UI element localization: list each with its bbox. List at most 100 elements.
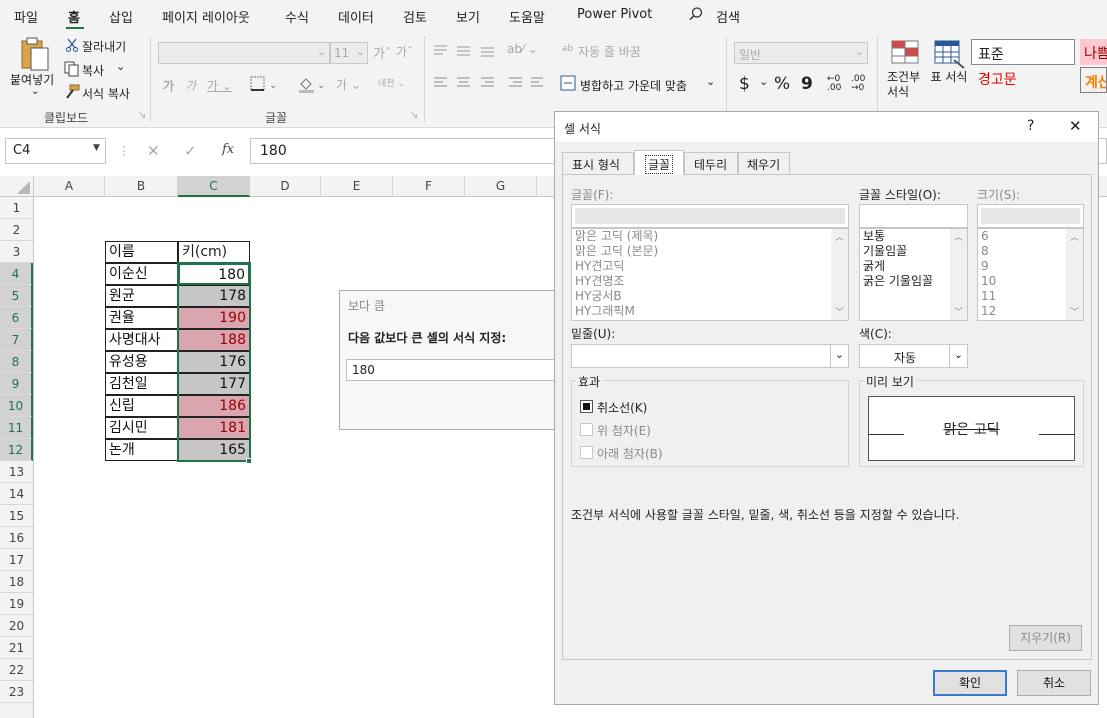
merge-center-icon[interactable] — [560, 75, 576, 94]
font-list-scrollbar[interactable]: ︿ ﹀ — [831, 229, 848, 320]
borders-icon[interactable]: ⌄ — [250, 76, 280, 95]
list-item[interactable]: HY궁서B — [572, 289, 848, 304]
row-header[interactable]: 15 — [0, 505, 33, 527]
font-style-input[interactable] — [859, 204, 968, 228]
formula-bar-grip-icon[interactable]: ⋮ — [118, 144, 130, 158]
name-box-dropdown-icon[interactable]: ▼ — [93, 143, 100, 153]
confirm-entry-icon[interactable]: ✓ — [184, 142, 197, 160]
close-button[interactable]: ✕ — [1069, 117, 1082, 135]
currency-button[interactable]: $ — [739, 74, 750, 94]
table-cell-name[interactable]: 원균 — [105, 285, 178, 307]
font-color-icon[interactable]: 가 ⌄ — [336, 76, 361, 93]
font-launcher-icon[interactable]: ↘ — [410, 110, 418, 121]
format-painter-icon[interactable] — [64, 84, 80, 103]
size-listbox[interactable]: 6 8 9 10 11 12 ︿ ﹀ — [977, 228, 1084, 321]
row-header[interactable]: 10 — [0, 395, 33, 417]
menu-insert[interactable]: 삽입 — [109, 7, 133, 26]
size-input[interactable] — [977, 204, 1084, 228]
tab-font[interactable]: 글꼴 — [634, 150, 684, 175]
table-cell-name[interactable]: 사명대사 — [105, 329, 178, 351]
font-shrink-icon[interactable]: 가ˇ — [396, 43, 413, 60]
menu-file[interactable]: 파일 — [14, 7, 38, 26]
table-cell-value[interactable]: 181 — [178, 417, 250, 439]
format-painter-button[interactable]: 서식 복사 — [82, 85, 130, 102]
merge-dropdown-icon[interactable]: ⌄ — [706, 75, 715, 88]
clipboard-launcher-icon[interactable]: ↘ — [138, 110, 146, 121]
paste-icon[interactable] — [20, 36, 50, 75]
strikethrough-checkbox[interactable] — [580, 400, 593, 413]
menu-power-pivot[interactable]: Power Pivot — [577, 7, 652, 22]
menu-view[interactable]: 보기 — [456, 7, 480, 26]
cut-icon[interactable] — [65, 38, 79, 55]
column-header-c[interactable]: C — [178, 176, 250, 197]
row-header[interactable]: 18 — [0, 571, 33, 593]
underline-icon[interactable]: 가 ⌄ — [207, 77, 232, 94]
align-left-icon[interactable] — [433, 76, 543, 93]
cancel-button[interactable]: 취소 — [1017, 670, 1091, 696]
menu-home[interactable]: 홈 — [68, 7, 80, 26]
increase-decimal-icon[interactable]: ←0.00 — [827, 75, 841, 93]
column-header-a[interactable]: A — [34, 176, 105, 197]
list-item[interactable]: 맑은 고딕 (제목) — [572, 229, 848, 244]
row-header[interactable]: 14 — [0, 483, 33, 505]
table-cell-value[interactable]: 180 — [178, 263, 250, 285]
font-name-combobox[interactable]: ⌄ — [158, 42, 330, 64]
list-item[interactable]: 맑은 고딕 (본문) — [572, 244, 848, 259]
copy-dropdown-icon[interactable]: ⌄ — [116, 60, 125, 73]
orientation-icon[interactable]: ab⁄ ⌄ — [507, 42, 538, 56]
superscript-checkbox[interactable] — [580, 423, 593, 436]
column-header-g[interactable]: G — [465, 176, 537, 197]
row-header[interactable]: 11 — [0, 417, 33, 439]
row-header[interactable]: 23 — [0, 681, 33, 703]
select-all-corner[interactable] — [0, 176, 34, 197]
table-cell-value[interactable]: 186 — [178, 395, 250, 417]
font-listbox[interactable]: 맑은 고딕 (제목) 맑은 고딕 (본문) HY견고딕 HY견명조 HY궁서B … — [571, 228, 849, 321]
list-item[interactable]: HY견명조 — [572, 274, 848, 289]
decrease-decimal-icon[interactable]: .00 →0 — [851, 75, 865, 93]
size-list-scrollbar[interactable]: ︿ ﹀ — [1066, 229, 1083, 320]
greater-than-value-input[interactable]: 180 — [346, 359, 560, 381]
row-header[interactable]: 17 — [0, 549, 33, 571]
list-item[interactable]: HY견고딕 — [572, 259, 848, 274]
row-header[interactable]: 20 — [0, 615, 33, 637]
phonetic-icon[interactable]: 내천 ⌄ — [378, 76, 405, 89]
bold-icon[interactable]: 가 — [163, 77, 174, 94]
list-item[interactable]: HY그래픽M — [572, 304, 848, 319]
wrap-text-icon[interactable]: ab — [562, 44, 573, 54]
font-style-scrollbar[interactable]: ︿ ﹀ — [950, 229, 967, 320]
conditional-formatting-icon[interactable] — [891, 40, 921, 73]
row-header[interactable]: 4 — [0, 263, 33, 285]
percent-button[interactable]: % — [774, 74, 790, 94]
row-header[interactable]: 1 — [0, 197, 33, 219]
row-header[interactable]: 7 — [0, 329, 33, 351]
table-header-height[interactable]: 키(cm) — [178, 241, 250, 263]
table-cell-name[interactable]: 신립 — [105, 395, 178, 417]
table-cell-value[interactable]: 188 — [178, 329, 250, 351]
row-header[interactable]: 3 — [0, 241, 33, 263]
table-cell-value[interactable]: 178 — [178, 285, 250, 307]
table-header-name[interactable]: 이름 — [105, 241, 178, 263]
style-normal[interactable]: 표준 — [971, 39, 1075, 65]
menu-page-layout[interactable]: 페이지 레이아웃 — [162, 7, 250, 26]
row-header[interactable]: 21 — [0, 637, 33, 659]
font-size-combobox[interactable]: 11 ⌄ — [330, 42, 368, 64]
name-box[interactable]: C4 ▼ — [5, 138, 106, 164]
table-cell-name[interactable]: 권율 — [105, 307, 178, 329]
tab-number[interactable]: 표시 형식 — [562, 152, 634, 174]
chevron-down-icon[interactable]: ⌄ — [949, 345, 967, 367]
table-cell-name[interactable]: 유성용 — [105, 351, 178, 373]
tab-fill[interactable]: 채우기 — [738, 152, 790, 174]
chevron-down-icon[interactable]: ⌄ — [830, 345, 848, 367]
format-as-table-button[interactable]: 표 서식 — [930, 70, 968, 85]
table-cell-name[interactable]: 김시민 — [105, 417, 178, 439]
row-header[interactable]: 19 — [0, 593, 33, 615]
menu-review[interactable]: 검토 — [403, 7, 427, 26]
cut-button[interactable]: 잘라내기 — [82, 38, 126, 55]
paste-dropdown-icon[interactable]: ⌄ — [31, 86, 39, 97]
cancel-entry-icon[interactable]: ✕ — [147, 142, 160, 160]
style-warning[interactable]: 경고문 — [978, 69, 1017, 89]
copy-icon[interactable] — [64, 61, 80, 80]
menu-data[interactable]: 데이터 — [338, 7, 374, 26]
row-header[interactable]: 22 — [0, 659, 33, 681]
fill-color-icon[interactable]: ⌄ — [298, 76, 328, 97]
